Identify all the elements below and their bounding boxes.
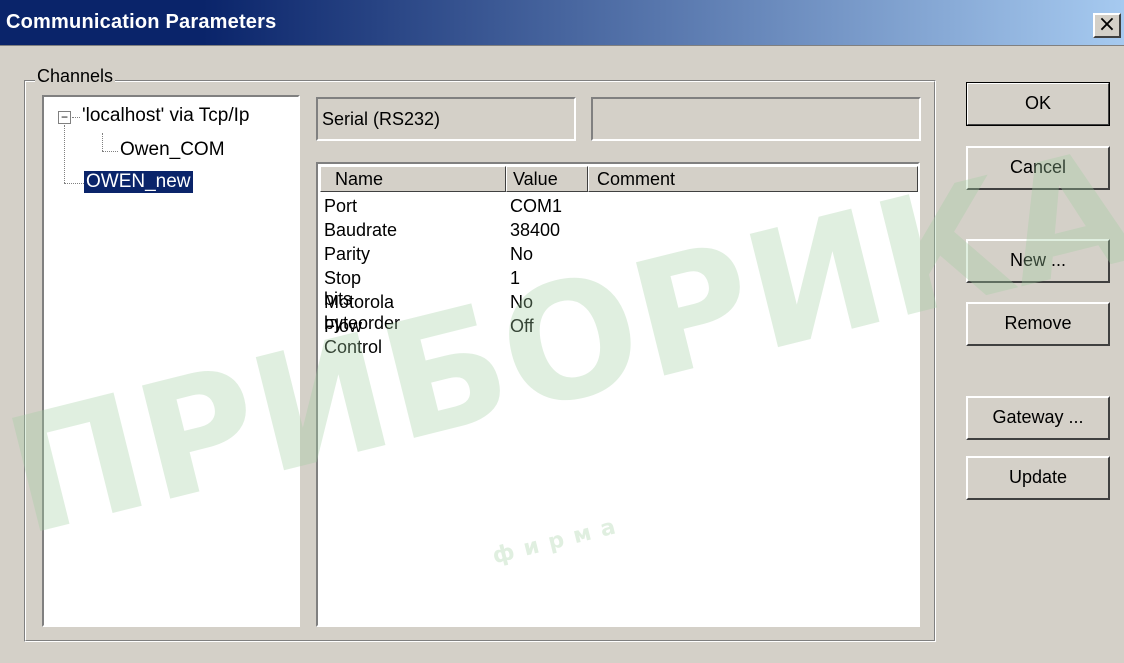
tree-connector bbox=[102, 133, 103, 151]
ok-button[interactable]: OK bbox=[966, 82, 1110, 126]
channels-tree[interactable]: − 'localhost' via Tcp/Ip Owen_COM OWEN_n… bbox=[42, 95, 300, 627]
tree-node-owen-com[interactable]: Owen_COM bbox=[120, 139, 225, 161]
tree-node-localhost[interactable]: 'localhost' via Tcp/Ip bbox=[82, 105, 249, 127]
tree-connector bbox=[102, 151, 118, 152]
close-icon[interactable]: × bbox=[1093, 13, 1121, 38]
param-name: Port bbox=[324, 196, 358, 216]
title-bar[interactable]: Communication Parameters × bbox=[0, 0, 1124, 46]
param-value[interactable]: COM1 bbox=[510, 196, 562, 217]
tree-connector bbox=[64, 183, 84, 184]
device-type-field: Serial (RS232) bbox=[316, 97, 576, 141]
secondary-field bbox=[591, 97, 921, 141]
param-name: Baudrate bbox=[324, 220, 398, 240]
tree-connector bbox=[72, 117, 80, 118]
gateway-button[interactable]: Gateway ... bbox=[966, 396, 1110, 440]
column-header-value[interactable]: Value bbox=[506, 166, 588, 192]
column-header-comment[interactable]: Comment bbox=[588, 166, 918, 192]
tree-node-owen-new[interactable]: OWEN_new bbox=[84, 171, 193, 193]
cancel-button[interactable]: Cancel bbox=[966, 146, 1110, 190]
param-value[interactable]: 38400 bbox=[510, 220, 560, 241]
device-type-value: Serial (RS232) bbox=[322, 109, 441, 129]
remove-button[interactable]: Remove bbox=[966, 302, 1110, 346]
update-button[interactable]: Update bbox=[966, 456, 1110, 500]
param-value[interactable]: No bbox=[510, 244, 533, 265]
param-name: Parity bbox=[324, 244, 371, 264]
column-header-name[interactable]: Name bbox=[320, 166, 506, 192]
param-value[interactable]: No bbox=[510, 292, 533, 313]
tree-connector bbox=[64, 125, 65, 183]
channels-label: Channels bbox=[35, 66, 116, 87]
collapse-icon[interactable]: − bbox=[58, 111, 71, 124]
parameters-table[interactable]: Name Value Comment Port COM1 Baudrate 38… bbox=[316, 162, 920, 627]
param-value[interactable]: 1 bbox=[510, 268, 520, 289]
param-value[interactable]: Off bbox=[510, 316, 534, 337]
window-title: Communication Parameters bbox=[6, 11, 277, 33]
param-name: Flow Control bbox=[324, 316, 383, 357]
new-button[interactable]: New ... bbox=[966, 239, 1110, 283]
